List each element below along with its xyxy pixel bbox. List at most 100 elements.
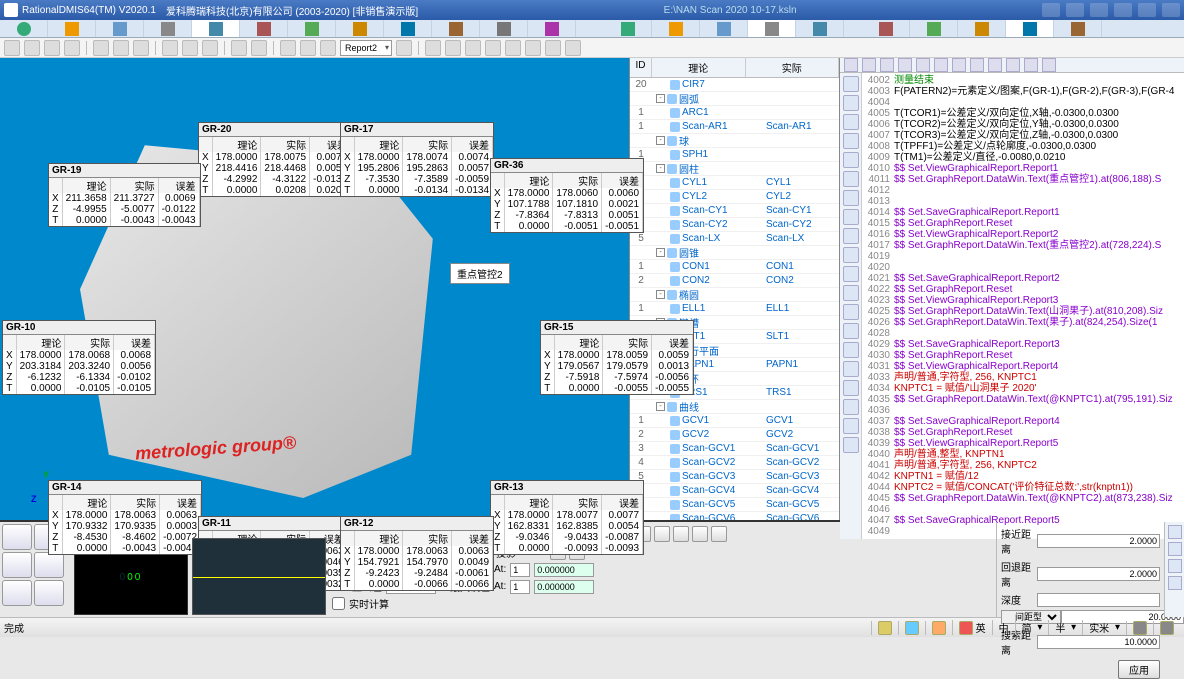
- code-line[interactable]: 4025$$ Set.GraphReport.DataWin.Text(山洞果子…: [864, 306, 1182, 317]
- code-line[interactable]: 4038$$ Set.GraphReport.Reset: [864, 427, 1182, 438]
- tree-group[interactable]: -圆弧: [630, 92, 839, 106]
- tree-item[interactable]: 2GCV2GCV2: [630, 428, 839, 442]
- tool-d[interactable]: [485, 40, 501, 56]
- gutter-icon[interactable]: [843, 361, 859, 377]
- tree-group[interactable]: -椭圆: [630, 288, 839, 302]
- win-button[interactable]: [1090, 3, 1108, 17]
- tool-cursor[interactable]: [4, 40, 20, 56]
- tool-wire[interactable]: [162, 40, 178, 56]
- gutter-icon[interactable]: [843, 133, 859, 149]
- gutter-icon[interactable]: [843, 437, 859, 453]
- code-editor[interactable]: 4002测量结束4003F(PATERN2)=元素定义/图案,F(GR-1),F…: [862, 73, 1184, 539]
- code-line[interactable]: 4028: [864, 328, 1182, 339]
- gutter-icon[interactable]: [843, 323, 859, 339]
- gutter-icon[interactable]: [843, 304, 859, 320]
- code-line[interactable]: 4015$$ Set.GraphReport.Reset: [864, 218, 1182, 229]
- tab-11[interactable]: [480, 20, 528, 37]
- callout-GR-13[interactable]: GR-13理论实际误差X178.0000178.00770.0077Y162.8…: [490, 480, 644, 555]
- callout-GR-14[interactable]: GR-14理论实际误差X178.0000178.00630.0063Y170.9…: [48, 480, 202, 555]
- code-tool-open[interactable]: [862, 58, 876, 72]
- callout-GR-36[interactable]: GR-36理论实际误差X178.0000178.00600.0060Y107.1…: [490, 158, 644, 233]
- tab-9[interactable]: [384, 20, 432, 37]
- ime-cn[interactable]: 中: [992, 620, 1015, 635]
- code-line[interactable]: 4012: [864, 185, 1182, 196]
- code-line[interactable]: 4004: [864, 97, 1182, 108]
- ime-kb[interactable]: 简 ▾: [1015, 620, 1049, 635]
- code-line[interactable]: 4007T(TCOR3)=公差定义/双向定位,Z轴,-0.0300,0.0300: [864, 130, 1182, 141]
- code-tool-goto[interactable]: [970, 58, 984, 72]
- tree-item[interactable]: 2CYL2CYL2: [630, 190, 839, 204]
- tool-print[interactable]: [300, 40, 316, 56]
- code-line[interactable]: 4035$$ Set.GraphReport.DataWin.Text(@KNP…: [864, 394, 1182, 405]
- mode-button[interactable]: [2, 524, 32, 550]
- tree-tab-1[interactable]: [652, 20, 700, 37]
- tool-pan[interactable]: [44, 40, 60, 56]
- vtool[interactable]: [1168, 525, 1182, 539]
- code-line[interactable]: 4041声明/普通,字符型, 256, KNPTC2: [864, 460, 1182, 471]
- maximize-button[interactable]: [1138, 3, 1156, 17]
- tool-filter[interactable]: [251, 40, 267, 56]
- tab-6[interactable]: [240, 20, 288, 37]
- code-line[interactable]: 4013: [864, 196, 1182, 207]
- win-button[interactable]: [1066, 3, 1084, 17]
- tree-item[interactable]: 1CYL1CYL1: [630, 176, 839, 190]
- deviation-graph[interactable]: [192, 538, 326, 615]
- code-tool-find[interactable]: [952, 58, 966, 72]
- tree-tab-3[interactable]: [748, 20, 796, 37]
- code-tool-step[interactable]: [1024, 58, 1038, 72]
- code-line[interactable]: 4011$$ Set.GraphReport.DataWin.Text(重点管控…: [864, 174, 1182, 185]
- gutter-icon[interactable]: [843, 114, 859, 130]
- ime-width[interactable]: 半 ▾: [1048, 620, 1082, 635]
- vtool[interactable]: [1168, 576, 1182, 590]
- win-button[interactable]: [1042, 3, 1060, 17]
- code-tab-4[interactable]: [1006, 20, 1054, 37]
- tree-item[interactable]: 6Scan-GCV4Scan-GCV4: [630, 484, 839, 498]
- callout-GR-15[interactable]: GR-15理论实际误差X178.0000178.00590.0059Y179.0…: [540, 320, 694, 395]
- tree-item[interactable]: 5Scan-LXScan-LX: [630, 232, 839, 246]
- tool-zoom[interactable]: [24, 40, 40, 56]
- tool-view2[interactable]: [113, 40, 129, 56]
- gutter-icon[interactable]: [843, 190, 859, 206]
- tool-rotate[interactable]: [64, 40, 80, 56]
- tree-item[interactable]: 20CIR7: [630, 78, 839, 92]
- tab-8[interactable]: [336, 20, 384, 37]
- callout-GR-20[interactable]: GR-20理论实际误差X178.0000178.00750.0075Y218.4…: [198, 122, 352, 197]
- param-icon[interactable]: [673, 526, 689, 542]
- code-line[interactable]: 4044KNPTC2 = 赋值/CONCAT('评价特征总数:',str(knp…: [864, 482, 1182, 493]
- tree-item[interactable]: 1Scan-AR1Scan-AR1: [630, 120, 839, 134]
- code-tab-2[interactable]: [910, 20, 958, 37]
- tree-rows[interactable]: 20CIR7-圆弧1ARC11Scan-AR1Scan-AR1-球1SPH1-圆…: [630, 78, 839, 520]
- code-line[interactable]: 4026$$ Set.GraphReport.DataWin.Text(果子).…: [864, 317, 1182, 328]
- tool-g[interactable]: [545, 40, 561, 56]
- tool-b[interactable]: [445, 40, 461, 56]
- tool-f[interactable]: [525, 40, 541, 56]
- tab-5[interactable]: [192, 20, 240, 37]
- code-line[interactable]: 4008T(TPFF1)=公差定义/点轮廓度,-0.0300,0.0300: [864, 141, 1182, 152]
- mode-button[interactable]: [2, 580, 32, 606]
- at2-input[interactable]: [510, 580, 530, 594]
- code-line[interactable]: 4010$$ Set.ViewGraphicalReport.Report1: [864, 163, 1182, 174]
- code-line[interactable]: 4016$$ Set.ViewGraphicalReport.Report2: [864, 229, 1182, 240]
- tree-item[interactable]: 2CON2CON2: [630, 274, 839, 288]
- tab-1[interactable]: [0, 20, 48, 37]
- tab-2[interactable]: [48, 20, 96, 37]
- code-line[interactable]: 4030$$ Set.GraphReport.Reset: [864, 350, 1182, 361]
- code-line[interactable]: 4009T(TM1)=公差定义/直径,-0.0080,0.0210: [864, 152, 1182, 163]
- ime-punct[interactable]: 实米 ▾: [1082, 620, 1126, 635]
- code-tool-undo[interactable]: [916, 58, 930, 72]
- tree-item[interactable]: 1ARC1: [630, 106, 839, 120]
- code-line[interactable]: 4002测量结束: [864, 75, 1182, 86]
- code-line[interactable]: 4034KNPTC1 = 赋值/'山洞果子 2020': [864, 383, 1182, 394]
- callout-GR-10[interactable]: GR-10理论实际误差X178.0000178.00680.0068Y203.3…: [2, 320, 156, 395]
- callout-GR-19[interactable]: GR-19理论实际误差X211.3658211.37270.0069Z-4.99…: [48, 163, 201, 227]
- gutter-icon[interactable]: [843, 152, 859, 168]
- code-line[interactable]: 4040声明/普通,整型, KNPTN1: [864, 449, 1182, 460]
- code-line[interactable]: 4006T(TCOR2)=公差定义/双向定位,Y轴,-0.0300,0.0300: [864, 119, 1182, 130]
- apply-button[interactable]: 应用: [1118, 660, 1160, 679]
- tool-save[interactable]: [396, 40, 412, 56]
- code-tab-3[interactable]: [958, 20, 1006, 37]
- param-icon[interactable]: [692, 526, 708, 542]
- tree-item[interactable]: 1CON1CON1: [630, 260, 839, 274]
- tab-12[interactable]: [528, 20, 576, 37]
- tool-shade[interactable]: [182, 40, 198, 56]
